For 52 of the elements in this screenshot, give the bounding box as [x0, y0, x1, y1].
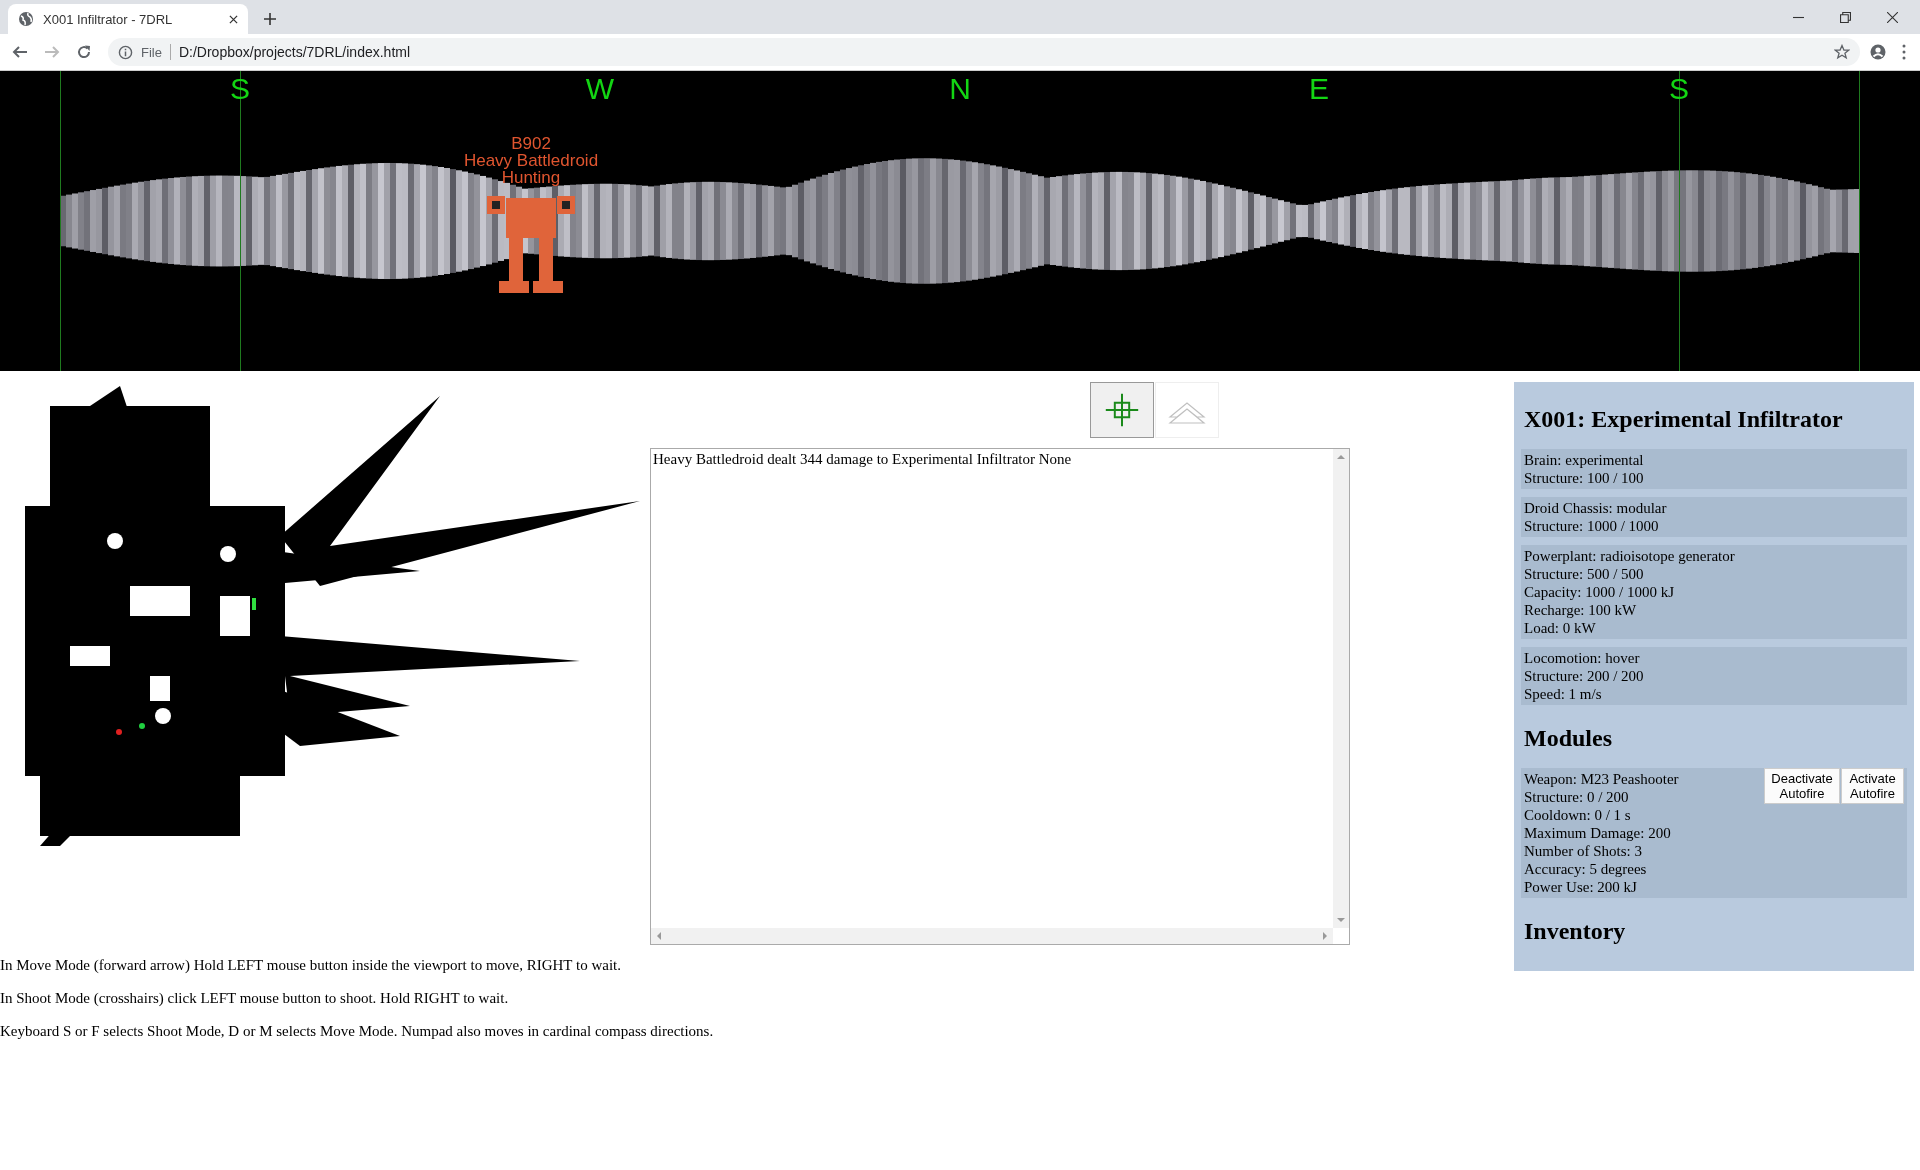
stat-line: Power Use: 200 kJ: [1524, 878, 1638, 896]
enemy-status: Hunting: [501, 169, 561, 186]
enemy-id: B902: [511, 135, 551, 152]
shoot-mode-button[interactable]: [1089, 382, 1154, 438]
tab-title: X001 Infiltrator - 7DRL: [43, 11, 174, 27]
autofire-button[interactable]: Activate Autofire: [1841, 768, 1904, 804]
globe-icon: [18, 11, 34, 27]
address-field[interactable]: File D:/Dropbox/projects/7DRL/index.html: [108, 38, 1860, 66]
stat-line: Weapon: M23 Peashooter: [1524, 770, 1679, 788]
compass-heading: E: [1309, 71, 1329, 107]
info-icon[interactable]: [118, 44, 133, 60]
instruction-text: In Shoot Mode (crosshairs) click LEFT mouse button to shoot. Hold RIGHT to wait.: [0, 990, 510, 1007]
instruction-text: In Move Mode (forward arrow) Hold LEFT mouse button inside the viewport to move, RIGHT to wait.: [0, 957, 622, 974]
url-text: D:/Dropbox/projects/7DRL/index.html: [178, 44, 411, 60]
restore-icon[interactable]: [1840, 11, 1851, 23]
stat-line: Structure: 500 / 500: [1524, 565, 1645, 583]
account-icon[interactable]: [1870, 44, 1886, 60]
stat-line: Capacity: 1000 / 1000 kJ: [1524, 583, 1675, 601]
compass-heading: N: [949, 71, 971, 107]
stat-line: Brain: experimental: [1524, 451, 1645, 469]
droid-title: X001: Experimental Infiltrator: [1524, 406, 1844, 433]
stat-line: Structure: 100 / 100: [1524, 469, 1645, 487]
inventory-heading: Inventory: [1524, 918, 1627, 945]
modules-heading: Modules: [1524, 725, 1613, 752]
stat-line: Number of Shots: 3: [1524, 842, 1643, 860]
close-icon[interactable]: [229, 14, 238, 24]
back-icon[interactable]: [12, 44, 28, 60]
browser-tab[interactable]: X001 Infiltrator - 7DRL: [8, 4, 248, 34]
star-icon[interactable]: [1834, 44, 1850, 60]
stat-line: Structure: 200 / 200: [1524, 667, 1645, 685]
reload-icon[interactable]: [76, 44, 92, 60]
stat-line: Droid Chassis: modular: [1524, 499, 1668, 517]
stat-line: Structure: 1000 / 1000: [1524, 517, 1660, 535]
close-icon[interactable]: [1887, 11, 1898, 23]
message-log[interactable]: Heavy Battledroid dealt 344 damage to Experimental Infiltrator None: [650, 448, 1350, 945]
log-message: Heavy Battledroid dealt 344 damage to Experimental Infiltrator None: [653, 451, 1073, 468]
stat-line: Load: 0 kW: [1524, 619, 1597, 637]
stat-line: Structure: 0 / 200: [1524, 788, 1630, 806]
menu-icon[interactable]: [1902, 44, 1906, 60]
autofire-button[interactable]: Deactivate Autofire: [1764, 768, 1840, 804]
enemy-name: Heavy Battledroid: [463, 152, 599, 169]
stat-line: Locomotion: hover: [1524, 649, 1641, 667]
new-tab-icon[interactable]: [264, 13, 276, 25]
stat-line: Accuracy: 5 degrees: [1524, 860, 1648, 878]
instruction-text: Keyboard S or F selects Shoot Mode, D or M selects Move Mode. Numpad also moves in cardinal compass directions.: [0, 1023, 715, 1040]
stat-line: Maximum Damage: 200: [1524, 824, 1672, 842]
stat-line: Recharge: 100 kW: [1524, 601, 1638, 619]
compass-heading: W: [585, 71, 615, 107]
stat-line: Powerplant: radioisotope generator: [1524, 547, 1736, 565]
stat-line: Cooldown: 0 / 1 s: [1524, 806, 1632, 824]
stat-line: Speed: 1 m/s: [1524, 685, 1603, 703]
site-info-label: File: [141, 44, 162, 60]
